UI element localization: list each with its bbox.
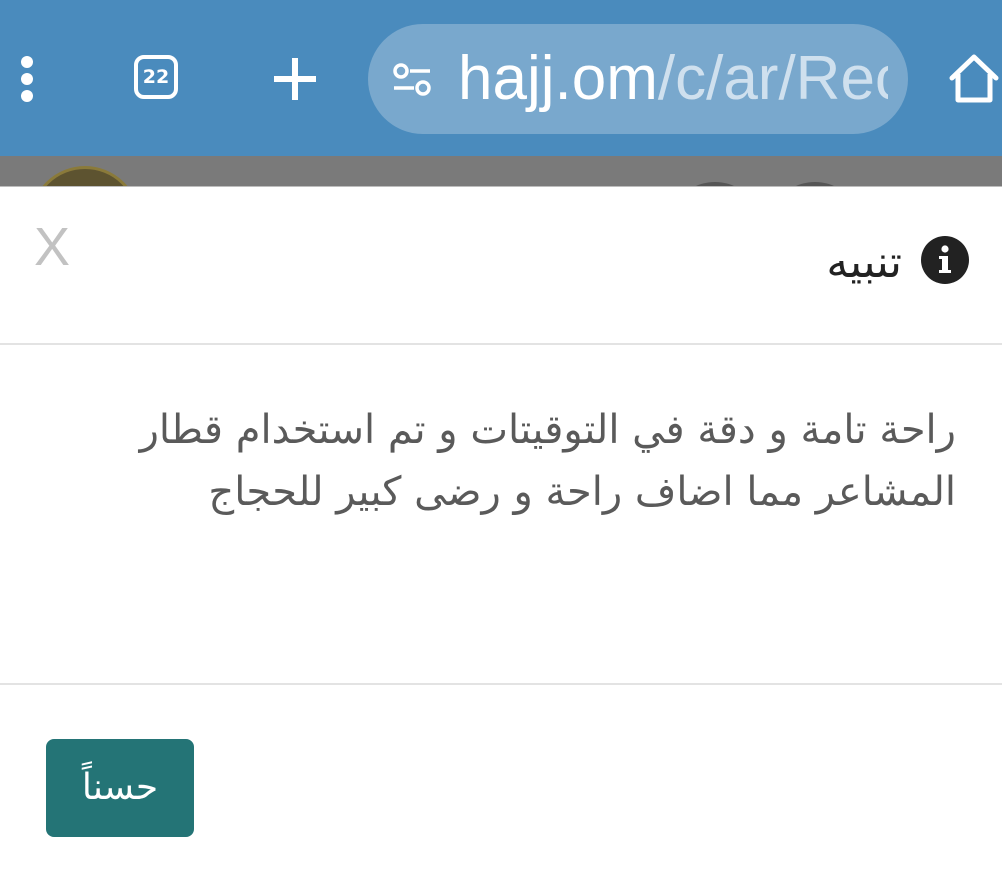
- ok-button[interactable]: حسناً: [46, 739, 194, 837]
- dialog-message: راحة تامة و دقة في التوقيتات و تم استخدا…: [139, 407, 956, 515]
- plus-icon: [274, 58, 316, 100]
- url-host: hajj.om: [458, 44, 658, 113]
- url-path: /c/ar/Rec: [657, 44, 888, 113]
- close-button[interactable]: X: [30, 217, 74, 277]
- tab-switcher-button[interactable]: 22: [134, 55, 178, 99]
- dialog-title: تنبيه: [826, 237, 902, 288]
- dialog-body: راحة تامة و دقة في التوقيتات و تم استخدا…: [0, 345, 1002, 685]
- info-icon: [921, 236, 969, 284]
- browser-toolbar: 22 hajj.om/c/ar/Rec: [0, 0, 1002, 156]
- home-button[interactable]: [946, 50, 1002, 106]
- address-bar[interactable]: hajj.om/c/ar/Rec: [368, 24, 908, 134]
- site-settings-icon[interactable]: [390, 58, 434, 102]
- new-tab-button[interactable]: [270, 54, 320, 104]
- dialog-header: X تنبيه: [0, 187, 1002, 345]
- tab-count: 22: [142, 66, 170, 88]
- home-icon: [949, 54, 999, 103]
- url-text[interactable]: hajj.om/c/ar/Rec: [458, 44, 888, 114]
- more-vertical-icon[interactable]: [12, 54, 42, 104]
- alert-dialog: X تنبيه راحة تامة و دقة في التوقيتات و ت…: [0, 186, 1002, 872]
